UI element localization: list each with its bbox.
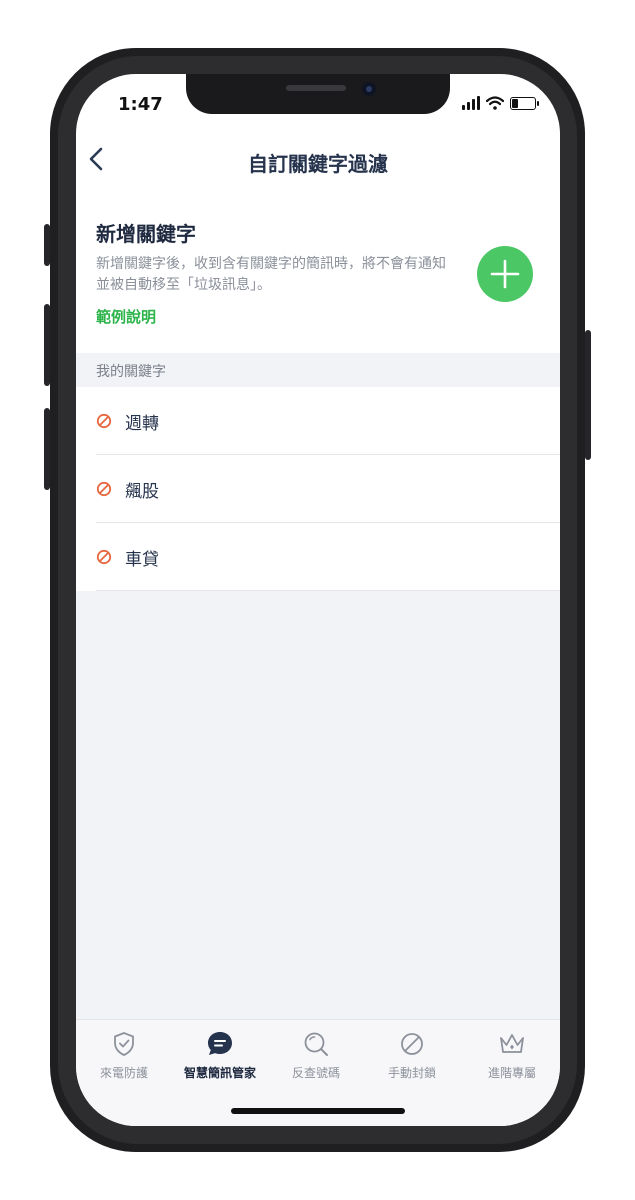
- example-link[interactable]: 範例說明: [96, 306, 156, 327]
- wifi-icon: [486, 96, 504, 110]
- tab-label: 來電防護: [99, 1066, 148, 1080]
- keyword-list: 週轉 飆股 車貸: [76, 387, 560, 591]
- keyword-label: 車貸: [125, 550, 159, 570]
- keyword-item[interactable]: 車貸: [76, 523, 560, 591]
- shield-check-icon: [114, 1032, 134, 1056]
- tab-reverse-lookup[interactable]: 反查號碼: [268, 1030, 364, 1081]
- keywords-header-label: 我的關鍵字: [96, 364, 166, 380]
- crown-icon: [500, 1034, 524, 1053]
- block-icon: [96, 549, 112, 569]
- volume-up-button: [44, 304, 50, 386]
- screen: 1:47 自訂關鍵字過濾 新增關鍵字 新增關鍵字後，收到含有關鍵字的簡訊時，將不…: [76, 74, 560, 1126]
- tab-manual-block[interactable]: 手動封鎖: [364, 1030, 460, 1081]
- silent-switch: [44, 224, 50, 266]
- keyword-item[interactable]: 週轉: [76, 387, 560, 455]
- front-camera: [362, 82, 376, 96]
- nav-bar: 自訂關鍵字過濾: [76, 136, 560, 186]
- notch: [186, 74, 450, 114]
- add-keyword-description: 新增關鍵字後，收到含有關鍵字的簡訊時，將不會有通知並被自動移至「垃圾訊息」。: [96, 256, 446, 293]
- block-icon: [96, 413, 112, 433]
- battery-icon: [510, 97, 539, 110]
- tab-label: 智慧簡訊管家: [183, 1066, 256, 1080]
- row-divider: [96, 590, 560, 591]
- status-icons: [462, 96, 539, 110]
- message-icon: [208, 1032, 232, 1055]
- page-title: 自訂關鍵字過濾: [248, 152, 388, 176]
- block-icon: [96, 481, 112, 501]
- add-keyword-section: 新增關鍵字 新增關鍵字後，收到含有關鍵字的簡訊時，將不會有通知並被自動移至「垃圾…: [76, 204, 560, 354]
- volume-down-button: [44, 408, 50, 490]
- keyword-label: 飆股: [125, 482, 159, 502]
- tab-smart-sms[interactable]: 智慧簡訊管家: [172, 1030, 268, 1081]
- tab-bar: 來電防護 智慧簡訊管家 反查號碼 手動封鎖 進階專屬: [76, 1019, 560, 1126]
- search-icon: [304, 1032, 328, 1056]
- home-indicator: [231, 1108, 405, 1114]
- tab-label: 反查號碼: [291, 1066, 340, 1080]
- tab-label: 進階專屬: [487, 1066, 536, 1080]
- speaker-grille: [286, 85, 346, 91]
- power-button: [585, 330, 591, 460]
- tab-premium[interactable]: 進階專屬: [464, 1030, 560, 1081]
- empty-background: [76, 591, 560, 1020]
- plus-icon: [490, 259, 520, 289]
- keyword-item[interactable]: 飆股: [76, 455, 560, 523]
- keywords-section-header: 我的關鍵字: [76, 353, 560, 387]
- add-keyword-button[interactable]: [477, 246, 533, 302]
- tab-call-protection[interactable]: 來電防護: [76, 1030, 172, 1081]
- status-time: 1:47: [118, 94, 163, 115]
- tab-label: 手動封鎖: [387, 1066, 436, 1080]
- add-keyword-title: 新增關鍵字: [96, 222, 196, 246]
- cellular-signal-icon: [462, 96, 480, 110]
- keyword-label: 週轉: [125, 414, 159, 434]
- block-icon: [401, 1033, 423, 1055]
